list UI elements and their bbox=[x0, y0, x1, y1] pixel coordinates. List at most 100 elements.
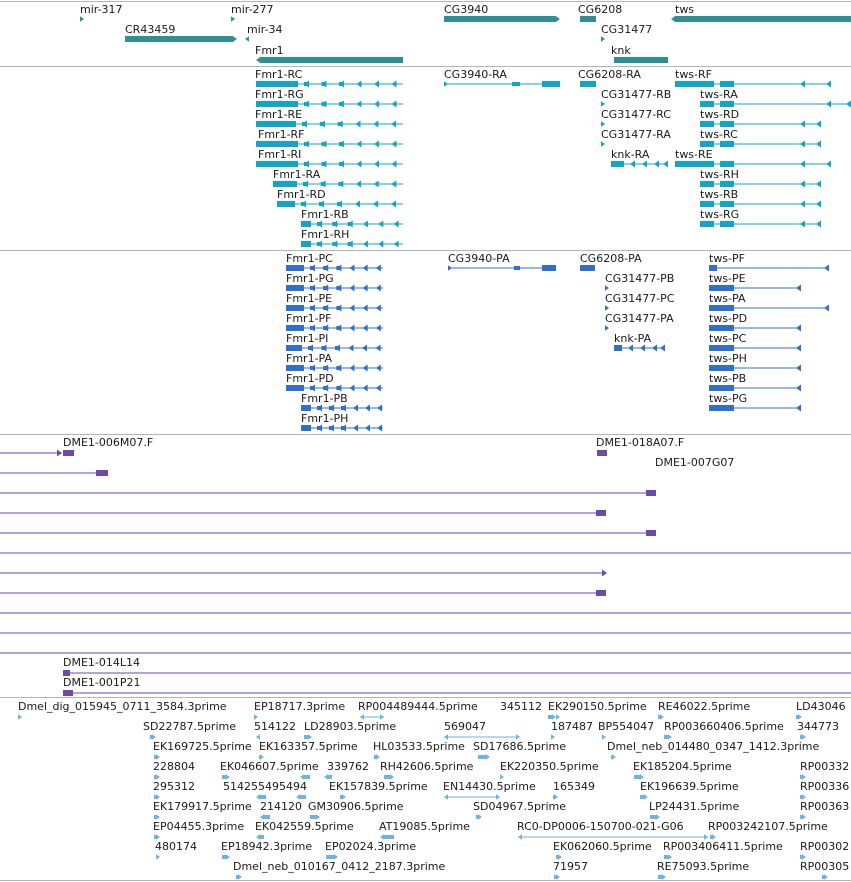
strand-arrow-right[interactable] bbox=[601, 101, 605, 107]
exon-block[interactable] bbox=[286, 385, 304, 391]
strand-arrow-right[interactable] bbox=[644, 794, 648, 800]
strand-arrow-left[interactable] bbox=[800, 160, 805, 168]
strand-arrow-right[interactable] bbox=[802, 794, 806, 800]
strand-arrow-right[interactable] bbox=[156, 834, 160, 840]
strand-arrow-left[interactable] bbox=[296, 794, 300, 800]
exon-block[interactable] bbox=[614, 57, 668, 63]
strand-arrow-right[interactable] bbox=[704, 834, 708, 840]
exon-block[interactable] bbox=[611, 161, 624, 167]
strand-arrow-left[interactable] bbox=[374, 160, 379, 168]
exon-block[interactable] bbox=[614, 345, 622, 351]
strand-arrow-left[interactable] bbox=[800, 80, 805, 88]
strand-arrow-right[interactable] bbox=[802, 734, 806, 740]
exon-block[interactable] bbox=[256, 101, 298, 107]
strand-arrow-right[interactable] bbox=[156, 754, 160, 760]
exon-block[interactable] bbox=[63, 450, 74, 456]
strand-arrow-right[interactable] bbox=[156, 774, 160, 780]
strand-arrow-left[interactable] bbox=[339, 140, 344, 148]
strand-arrow-right[interactable] bbox=[376, 754, 380, 760]
strand-arrow-left[interactable] bbox=[310, 304, 315, 312]
strand-arrow-right[interactable] bbox=[662, 874, 666, 880]
strand-arrow-left[interactable] bbox=[349, 324, 355, 332]
exon-block[interactable] bbox=[720, 141, 734, 147]
strand-arrow-left[interactable] bbox=[320, 180, 326, 188]
exon-block[interactable] bbox=[478, 755, 487, 759]
strand-arrow-left[interactable] bbox=[319, 200, 324, 208]
strand-arrow-right[interactable] bbox=[500, 774, 504, 780]
exon-block[interactable] bbox=[709, 305, 734, 311]
strand-arrow-left[interactable] bbox=[336, 284, 342, 292]
strand-arrow-right[interactable] bbox=[554, 794, 558, 800]
strand-arrow-left[interactable] bbox=[800, 220, 805, 228]
strand-arrow-left[interactable] bbox=[341, 424, 346, 432]
strand-arrow-right[interactable] bbox=[668, 854, 672, 860]
strand-arrow-left[interactable] bbox=[339, 80, 344, 88]
strand-arrow-right[interactable] bbox=[712, 834, 716, 840]
strand-arrow-left[interactable] bbox=[816, 120, 821, 128]
strand-arrow-left[interactable] bbox=[824, 304, 829, 312]
exon-block[interactable] bbox=[700, 221, 714, 227]
strand-arrow-left[interactable] bbox=[630, 160, 635, 168]
strand-arrow-left[interactable] bbox=[391, 140, 397, 148]
strand-arrow-left[interactable] bbox=[256, 56, 261, 64]
strand-arrow-right[interactable] bbox=[551, 734, 555, 740]
strand-arrow-right[interactable] bbox=[334, 854, 338, 860]
strand-arrow-left[interactable] bbox=[796, 284, 801, 292]
strand-arrow-left[interactable] bbox=[302, 120, 307, 128]
exon-block[interactable] bbox=[303, 775, 310, 779]
strand-arrow-left[interactable] bbox=[317, 424, 322, 432]
exon-block[interactable] bbox=[259, 795, 266, 799]
exon-block[interactable] bbox=[256, 161, 298, 167]
exon-block[interactable] bbox=[709, 325, 734, 331]
strand-arrow-left[interactable] bbox=[336, 324, 342, 332]
strand-arrow-left[interactable] bbox=[375, 384, 381, 392]
strand-arrow-left[interactable] bbox=[800, 140, 805, 148]
strand-arrow-right[interactable] bbox=[57, 449, 62, 457]
strand-arrow-left[interactable] bbox=[323, 264, 329, 272]
exon-block[interactable] bbox=[580, 81, 596, 87]
strand-arrow-left[interactable] bbox=[336, 304, 342, 312]
strand-arrow-right[interactable] bbox=[232, 35, 237, 43]
strand-arrow-left[interactable] bbox=[800, 180, 805, 188]
strand-arrow-right[interactable] bbox=[390, 774, 394, 780]
strand-arrow-left[interactable] bbox=[308, 344, 313, 352]
strand-arrow-left[interactable] bbox=[362, 364, 368, 372]
strand-arrow-left[interactable] bbox=[375, 324, 381, 332]
exon-block[interactable] bbox=[720, 201, 734, 207]
strand-arrow-left[interactable] bbox=[375, 304, 381, 312]
exon-block[interactable] bbox=[125, 36, 233, 42]
strand-arrow-left[interactable] bbox=[321, 160, 327, 168]
strand-arrow-left[interactable] bbox=[321, 344, 327, 352]
strand-arrow-left[interactable] bbox=[323, 304, 329, 312]
strand-arrow-left[interactable] bbox=[362, 304, 368, 312]
strand-arrow-left[interactable] bbox=[378, 220, 384, 228]
strand-arrow-left[interactable] bbox=[363, 220, 368, 228]
strand-arrow-left[interactable] bbox=[393, 240, 399, 248]
strand-arrow-right[interactable] bbox=[601, 141, 605, 147]
exon-block[interactable] bbox=[256, 81, 298, 87]
strand-arrow-left[interactable] bbox=[800, 120, 805, 128]
strand-arrow-right[interactable] bbox=[80, 16, 84, 22]
strand-arrow-left[interactable] bbox=[310, 324, 315, 332]
exon-block[interactable] bbox=[700, 201, 714, 207]
strand-arrow-left[interactable] bbox=[256, 834, 260, 840]
strand-arrow-right[interactable] bbox=[602, 569, 607, 577]
exon-block[interactable] bbox=[384, 775, 391, 779]
strand-arrow-left[interactable] bbox=[349, 264, 355, 272]
strand-arrow-left[interactable] bbox=[518, 834, 522, 840]
strand-arrow-left[interactable] bbox=[362, 284, 368, 292]
strand-arrow-left[interactable] bbox=[245, 36, 249, 42]
strand-arrow-right[interactable] bbox=[316, 814, 320, 820]
strand-arrow-left[interactable] bbox=[360, 714, 364, 720]
strand-arrow-left[interactable] bbox=[373, 200, 378, 208]
strand-arrow-left[interactable] bbox=[816, 140, 821, 148]
exon-block[interactable] bbox=[596, 590, 606, 596]
strand-arrow-left[interactable] bbox=[373, 180, 379, 188]
strand-arrow-left[interactable] bbox=[317, 240, 322, 248]
strand-arrow-left[interactable] bbox=[321, 80, 327, 88]
exon-block[interactable] bbox=[256, 141, 298, 147]
strand-arrow-left[interactable] bbox=[338, 180, 344, 188]
strand-arrow-right[interactable] bbox=[231, 16, 235, 22]
strand-arrow-right[interactable] bbox=[308, 734, 312, 740]
strand-arrow-left[interactable] bbox=[321, 140, 327, 148]
